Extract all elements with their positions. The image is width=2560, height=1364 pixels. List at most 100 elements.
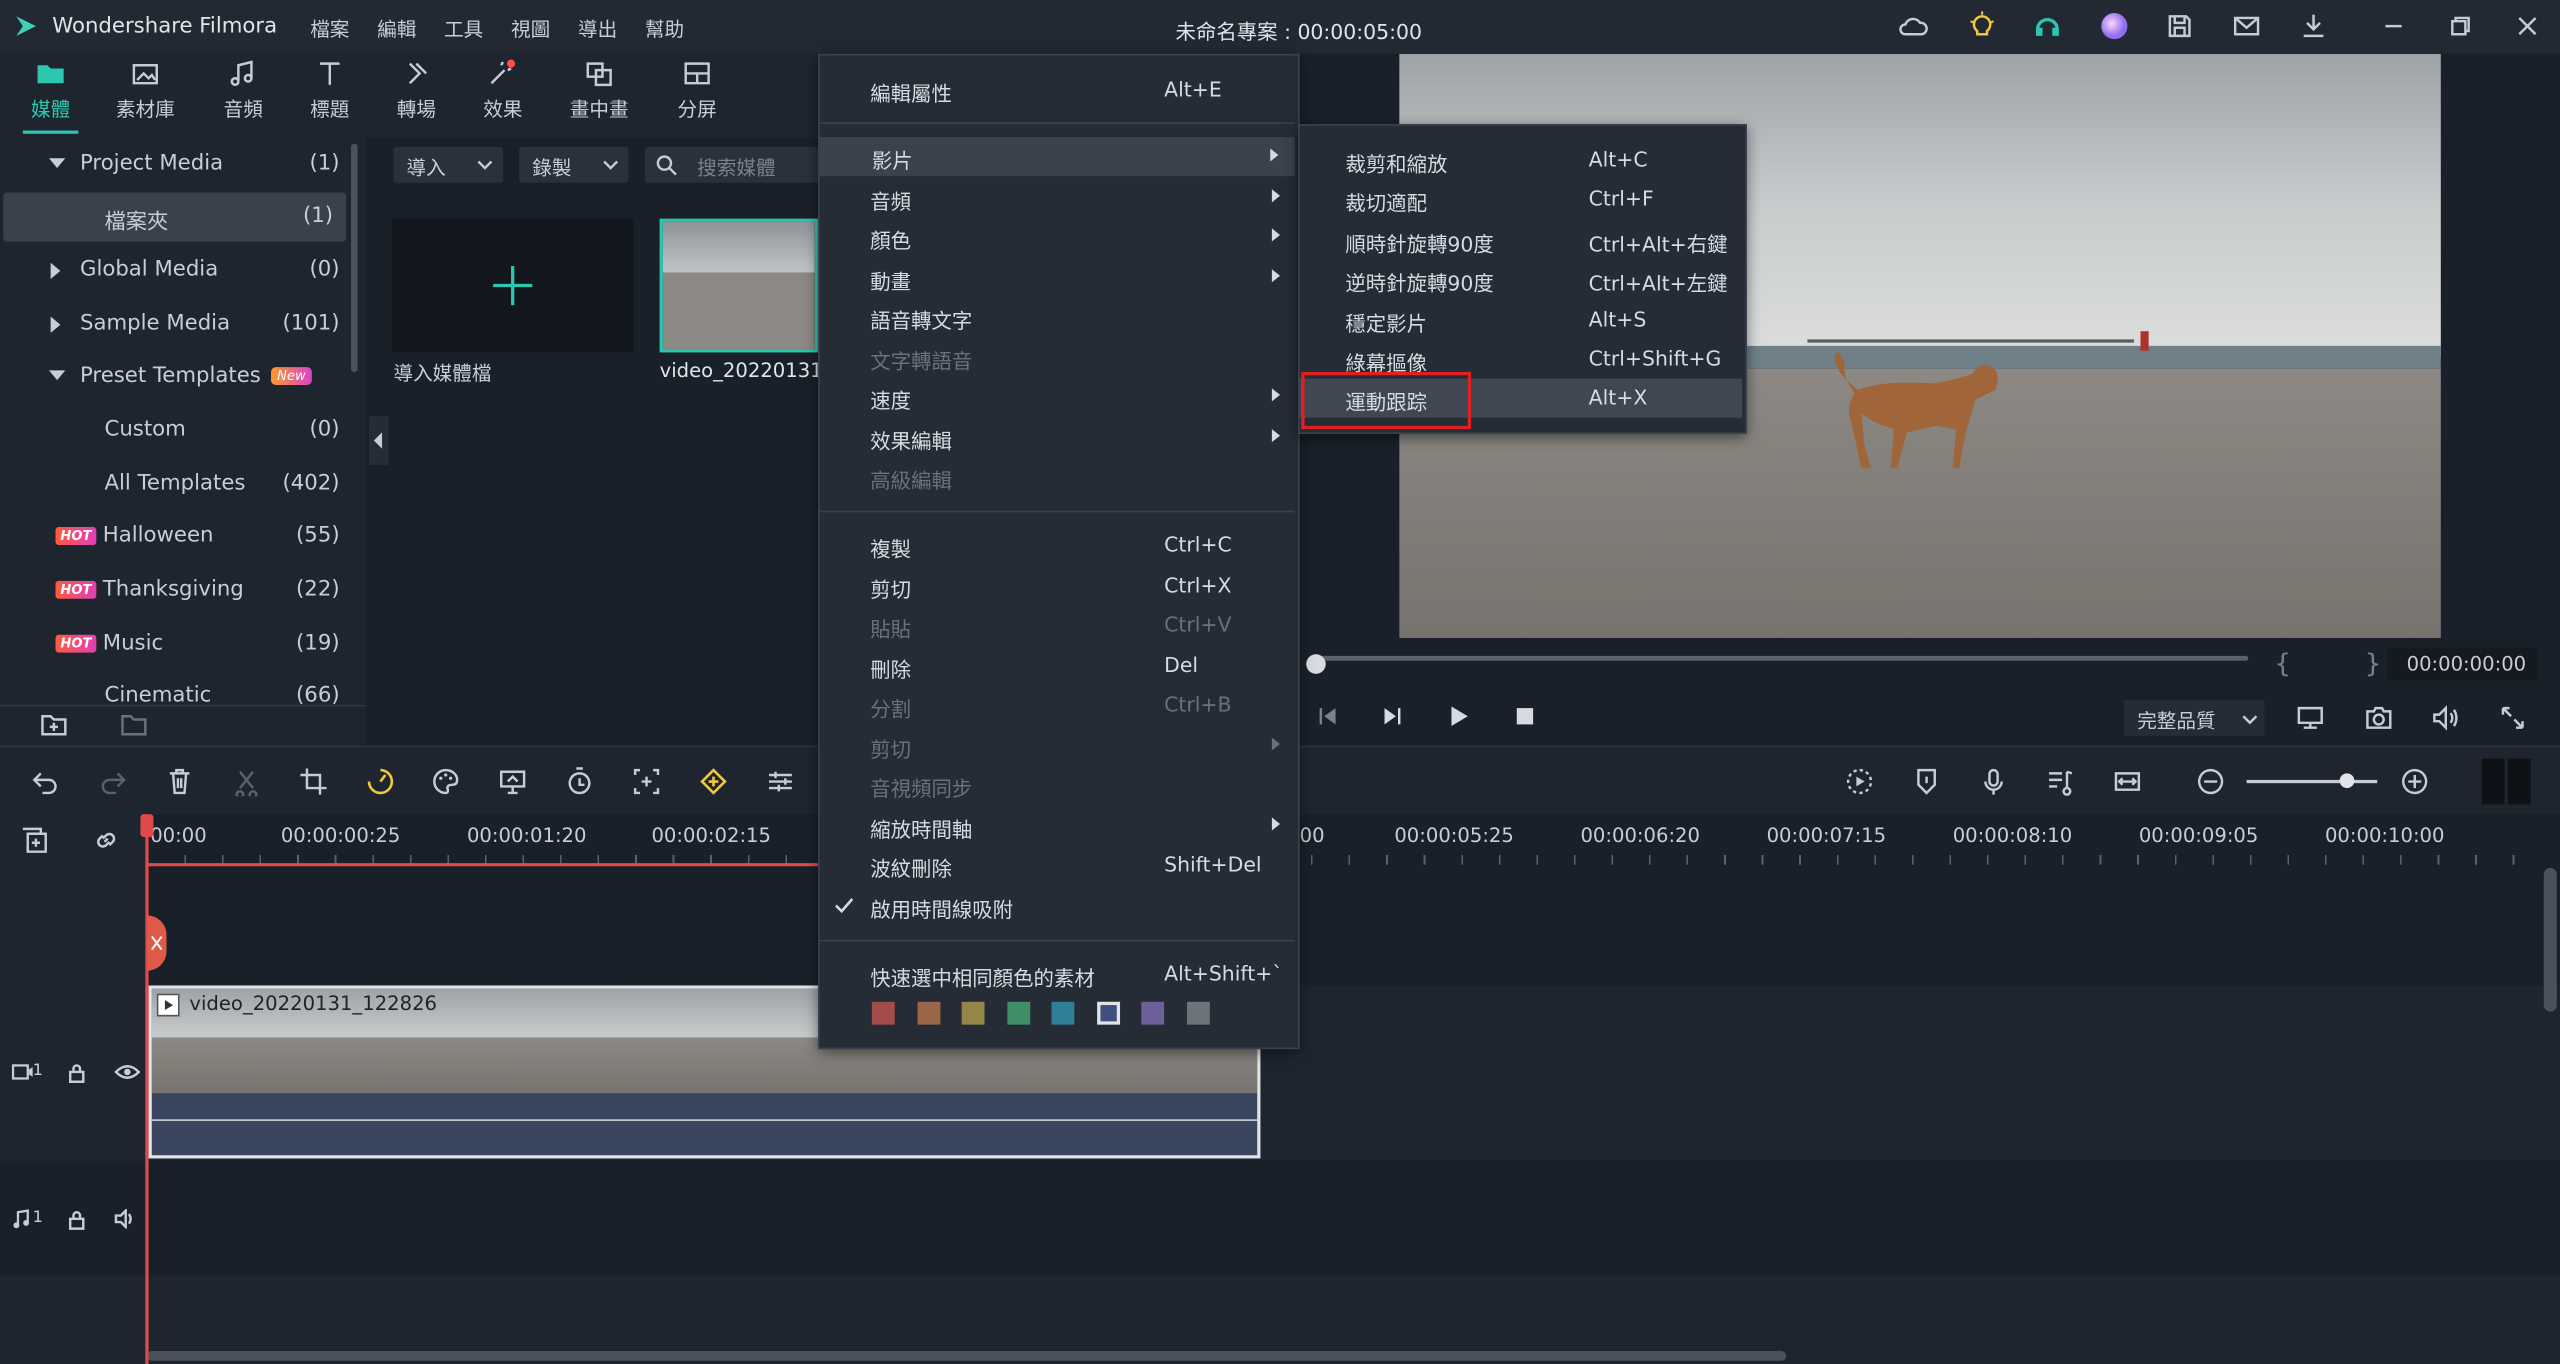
account-avatar-icon[interactable]: [2100, 11, 2129, 40]
stop-icon[interactable]: [1515, 706, 1535, 726]
save-icon[interactable]: [2165, 11, 2194, 40]
minimize-icon[interactable]: [2380, 13, 2406, 39]
zoom-in-icon[interactable]: [2400, 767, 2429, 796]
menu-item-video[interactable]: 影片: [819, 137, 1295, 177]
tree-item-preset-templates[interactable]: Preset Templates New: [0, 352, 353, 401]
submenu-item-crop-zoom[interactable]: 裁剪和縮放 Alt+C: [1298, 140, 1744, 179]
audio-mixer-icon[interactable]: [766, 767, 795, 796]
undo-icon[interactable]: [31, 767, 60, 796]
crop-icon[interactable]: [299, 767, 328, 796]
preview-progress-bar[interactable]: [1314, 655, 2249, 661]
add-track-icon[interactable]: [20, 826, 49, 855]
play-frame-icon[interactable]: [1381, 705, 1404, 728]
fit-timeline-icon[interactable]: [2113, 767, 2142, 796]
play-icon[interactable]: [1448, 705, 1471, 728]
speaker-icon[interactable]: [114, 1209, 137, 1229]
preview-playhead-handle[interactable]: [1306, 654, 1326, 674]
tab-effects[interactable]: 效果: [462, 59, 544, 123]
lock-icon[interactable]: [67, 1209, 87, 1230]
menu-item-copy[interactable]: 複製 Ctrl+C: [818, 525, 1296, 564]
tree-item-global-media[interactable]: Global Media (0): [0, 246, 353, 295]
mail-icon[interactable]: [2232, 13, 2261, 39]
color-swatch[interactable]: [961, 1001, 985, 1025]
timeline-horizontal-scrollbar[interactable]: [146, 1350, 1787, 1361]
tree-item-custom[interactable]: Custom (0): [0, 406, 353, 455]
snapshot-camera-icon[interactable]: [2364, 703, 2393, 732]
link-icon[interactable]: [91, 826, 120, 855]
menu-item-audio[interactable]: 音頻: [818, 178, 1296, 217]
menu-item-edit-properties[interactable]: 編輯屬性 Alt+E: [818, 70, 1296, 109]
color-swatch[interactable]: [916, 1001, 940, 1025]
eye-icon[interactable]: [114, 1062, 141, 1082]
tree-item-cinematic[interactable]: Cinematic (66): [0, 672, 353, 705]
tab-split-screen[interactable]: 分屏: [656, 59, 738, 123]
submenu-item-rotate-cw[interactable]: 順時針旋轉90度 Ctrl+Alt+右鍵: [1298, 220, 1744, 259]
new-folder-icon[interactable]: [39, 711, 68, 737]
zoom-out-icon[interactable]: [2196, 767, 2225, 796]
duration-timer-icon[interactable]: [565, 767, 594, 796]
tree-item-sample-media[interactable]: Sample Media (101): [0, 300, 353, 349]
menu-item-effects-edit[interactable]: 效果編輯: [818, 418, 1296, 457]
marker-shield-icon[interactable]: [1912, 767, 1941, 796]
zoom-slider[interactable]: [2246, 779, 2378, 784]
menu-item-color[interactable]: 顏色: [818, 217, 1296, 256]
color-swatch[interactable]: [1186, 1001, 1210, 1025]
menu-item-select-same-color[interactable]: 快速選中相同顏色的素材 Alt+Shift+`: [818, 954, 1296, 993]
headset-icon[interactable]: [2033, 11, 2062, 40]
search-input[interactable]: 搜索媒體: [644, 146, 818, 183]
menu-help[interactable]: 幫助: [645, 15, 684, 43]
color-swatch[interactable]: [1006, 1001, 1030, 1025]
menu-item-ripple-delete[interactable]: 波紋刪除 Shift+Del: [818, 845, 1296, 884]
submenu-item-crop-fit[interactable]: 裁切適配 Ctrl+F: [1298, 179, 1744, 218]
playhead-handle[interactable]: [140, 814, 154, 838]
scissors-icon[interactable]: [232, 767, 261, 797]
voiceover-mic-icon[interactable]: [1979, 767, 2008, 796]
color-swatch[interactable]: [1141, 1001, 1165, 1025]
menu-item-cut[interactable]: 剪切 Ctrl+X: [818, 566, 1296, 605]
video-clip-thumbnail[interactable]: [659, 218, 818, 353]
zoom-slider-thumb[interactable]: [2339, 773, 2355, 789]
collapse-arrow-icon[interactable]: [50, 262, 61, 280]
tree-item-halloween[interactable]: HOT Halloween (55): [0, 512, 353, 561]
menu-item-speech-to-text[interactable]: 語音轉文字: [818, 297, 1296, 336]
menu-item-zoom-timeline[interactable]: 縮放時間軸: [818, 806, 1296, 845]
menu-export[interactable]: 導出: [578, 15, 617, 43]
timeline-vertical-scrollbar[interactable]: [2543, 868, 2557, 1012]
collapse-arrow-icon[interactable]: [50, 316, 61, 333]
expand-arrow-icon[interactable]: [48, 158, 66, 169]
playback-quality-select[interactable]: 完整品質: [2124, 699, 2265, 736]
step-back-icon[interactable]: [1316, 705, 1339, 728]
tree-item-music[interactable]: HOT Music (19): [0, 620, 353, 669]
redo-icon[interactable]: [98, 767, 127, 796]
menu-item-enable-snapping[interactable]: 啟用時間線吸附: [818, 886, 1296, 925]
menu-item-delete[interactable]: 刪除 Del: [818, 646, 1296, 685]
tab-transitions[interactable]: 轉場: [376, 59, 458, 123]
panel-collapse-handle[interactable]: [368, 416, 389, 466]
download-icon[interactable]: [2299, 11, 2328, 40]
restore-icon[interactable]: [2447, 13, 2473, 39]
auto-reframe-icon[interactable]: [632, 767, 661, 796]
menu-file[interactable]: 檔案: [310, 15, 349, 43]
color-swatch[interactable]: [871, 1001, 895, 1025]
color-swatch[interactable]: [1096, 1001, 1120, 1025]
tab-audio[interactable]: 音頻: [202, 59, 284, 123]
submenu-item-rotate-ccw[interactable]: 逆時針旋轉90度 Ctrl+Alt+左鍵: [1298, 259, 1744, 298]
menu-edit[interactable]: 編輯: [377, 15, 416, 43]
render-preview-icon[interactable]: [1845, 767, 1874, 796]
menu-item-animation[interactable]: 動畫: [818, 258, 1296, 297]
import-dropdown[interactable]: 導入: [393, 146, 503, 183]
menu-item-speed[interactable]: 速度: [818, 377, 1296, 416]
timeline-playhead[interactable]: [145, 815, 149, 1364]
submenu-item-stabilize[interactable]: 穩定影片 Alt+S: [1298, 300, 1744, 339]
tree-item-all-templates[interactable]: All Templates (402): [0, 460, 353, 509]
tree-item-folder[interactable]: 檔案夾 (1): [3, 192, 347, 242]
lightbulb-icon[interactable]: [1967, 11, 1996, 40]
display-settings-icon[interactable]: [2296, 703, 2325, 732]
color-palette-icon[interactable]: [431, 767, 460, 796]
tab-titles[interactable]: 標題: [289, 59, 371, 123]
folder-icon[interactable]: [119, 711, 148, 737]
expand-arrow-icon[interactable]: [48, 370, 66, 381]
color-swatch[interactable]: [1051, 1001, 1075, 1025]
volume-icon[interactable]: [2431, 703, 2460, 732]
delete-trash-icon[interactable]: [165, 767, 194, 796]
